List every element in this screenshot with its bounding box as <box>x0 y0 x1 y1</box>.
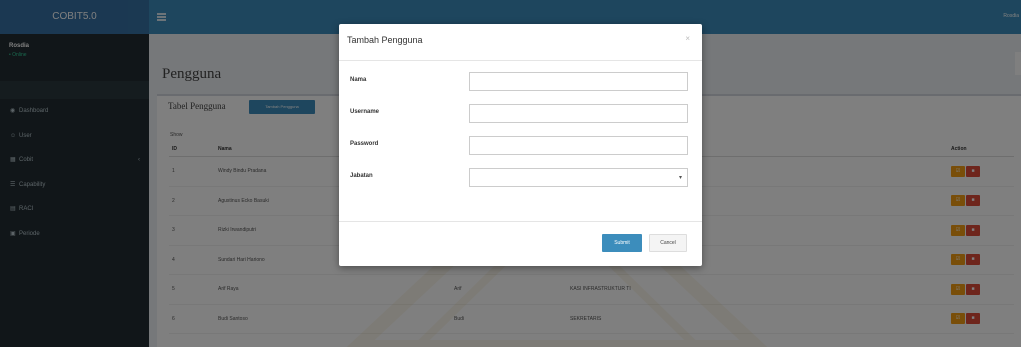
submit-button[interactable]: Submit <box>602 234 642 252</box>
password-label: Password <box>350 141 379 147</box>
chevron-down-icon: ▾ <box>678 175 682 181</box>
modal-header: Tambah Pengguna × <box>339 24 702 61</box>
nama-input[interactable] <box>469 72 688 91</box>
jabatan-select[interactable]: ▾ <box>469 168 688 187</box>
nama-label: Nama <box>350 77 367 83</box>
cancel-button[interactable]: Cancel <box>649 234 687 252</box>
password-input[interactable] <box>469 136 688 155</box>
form-row-username: Username <box>339 104 702 124</box>
close-icon[interactable]: × <box>685 34 690 43</box>
modal-footer: Submit Cancel <box>339 221 702 267</box>
username-label: Username <box>350 109 380 115</box>
add-user-modal: Tambah Pengguna × Nama Username Password… <box>339 24 702 266</box>
form-row-jabatan: Jabatan ▾ <box>339 168 702 188</box>
form-row-nama: Nama <box>339 72 702 92</box>
modal-title: Tambah Pengguna <box>347 35 423 45</box>
jabatan-label: Jabatan <box>350 173 373 179</box>
username-input[interactable] <box>469 104 688 123</box>
form-row-password: Password <box>339 136 702 156</box>
